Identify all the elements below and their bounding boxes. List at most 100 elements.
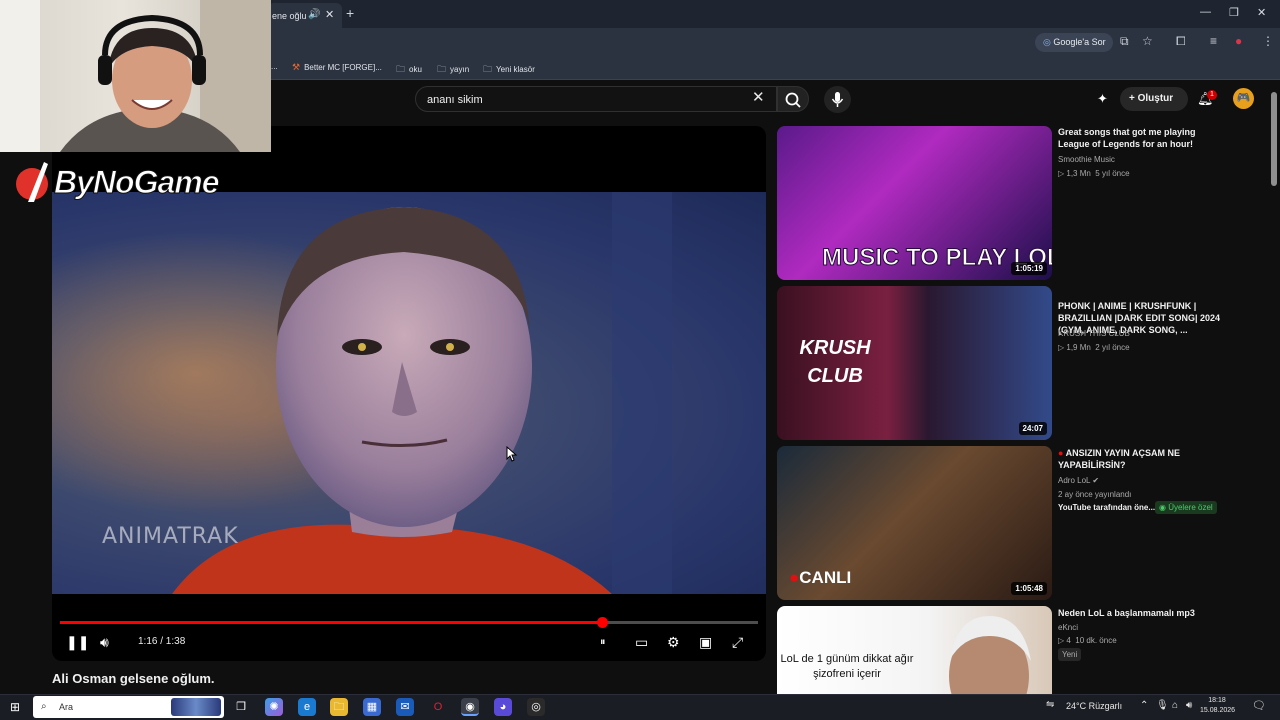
rec-stats: ▷ 1,3 Mn 5 yıl önce: [1058, 169, 1130, 178]
progress-bar[interactable]: [60, 617, 758, 628]
search-input[interactable]: ananı sikim: [415, 86, 777, 112]
microphone-icon: [831, 92, 844, 107]
live-dot-icon: ●: [789, 568, 800, 587]
close-tab-icon[interactable]: ✕: [325, 8, 334, 21]
thumbnail-image: [949, 616, 1031, 694]
rec-title[interactable]: ● ANSIZIN YAYIN AÇSAM NE YAPABİLİRSİN?: [1058, 447, 1228, 471]
microphone-tray-icon[interactable]: 🎙︎: [1156, 700, 1169, 711]
video-watermark: ANIMATRAK: [102, 524, 239, 549]
discord-icon[interactable]: ◕: [494, 698, 512, 716]
network-icon[interactable]: ⌂: [1172, 700, 1178, 711]
weather-icon[interactable]: ⇋: [1046, 699, 1054, 710]
time-display: 1:16 / 1:38: [138, 636, 186, 647]
sparkle-icon[interactable]: ✦: [1097, 91, 1108, 107]
volume-tray-icon[interactable]: 🔊︎: [1186, 700, 1192, 711]
duration-badge: 1:05:19: [1011, 262, 1047, 275]
folder-icon: 🗀: [437, 64, 447, 74]
plus-icon: +: [1129, 93, 1138, 104]
rec-channel[interactable]: eKnci: [1058, 623, 1078, 632]
edge-icon[interactable]: e: [298, 698, 316, 716]
rec-thumbnail[interactable]: MUSIC TO PLAY LOL 1:05:19: [777, 126, 1052, 280]
search-highlight-image: [171, 698, 221, 716]
rec-promo: YouTube tarafından öne...: [1058, 503, 1156, 512]
bookmark-folder[interactable]: 🗀 yayın: [437, 62, 469, 78]
speaker-icon[interactable]: 🔊: [308, 9, 320, 20]
close-window-icon[interactable]: ✕: [1257, 6, 1266, 19]
live-dot-icon: ●: [1058, 448, 1066, 458]
new-tab-button[interactable]: +: [346, 5, 354, 21]
bookmark-item[interactable]: ...: [271, 62, 278, 71]
rec-stats: ▷ 4 10 dk. önce: [1058, 636, 1117, 645]
video-frame[interactable]: ANIMATRAK: [52, 192, 766, 594]
thumbnail-text: ●CANLI: [789, 568, 852, 587]
subtitles-button[interactable]: ▭: [635, 634, 648, 651]
restore-icon[interactable]: ❐: [1229, 6, 1239, 19]
rec-thumbnail[interactable]: ●CANLI 1:05:48: [777, 446, 1052, 600]
rec-title[interactable]: Great songs that got me playing League o…: [1058, 126, 1228, 150]
rec-title[interactable]: Neden LoL a başlanmamalı mp3: [1058, 607, 1228, 619]
search-icon: [785, 92, 801, 108]
bookmark-item[interactable]: ⚒ Better MC [FORGE]...: [292, 62, 382, 73]
windows-start-icon[interactable]: ⊞: [10, 700, 20, 714]
theater-mode-button[interactable]: ▣: [699, 634, 712, 651]
duration-badge: 1:05:48: [1011, 582, 1047, 595]
thumbnail-text: LoL de 1 günüm dikkat ağır şizofreni içe…: [780, 653, 914, 680]
chrome-icon[interactable]: ◉: [461, 698, 479, 716]
taskbar-clock[interactable]: 18:18 15.08.2026: [1200, 696, 1235, 716]
bookmark-folder[interactable]: 🗀 Yeni klasör: [483, 62, 535, 78]
new-badge: Yeni: [1058, 648, 1082, 661]
google-sor-button[interactable]: ◎ Google'a Sor: [1035, 33, 1113, 52]
opera-icon[interactable]: O: [429, 698, 447, 716]
clear-search-icon[interactable]: ✕: [752, 88, 765, 106]
taskbar-weather[interactable]: 24°C Rüzgarlı: [1066, 701, 1122, 711]
progress-fill: [60, 621, 602, 624]
notification-center-icon[interactable]: 🗨︎: [1252, 699, 1266, 712]
rec-thumbnail[interactable]: LoL de 1 günüm dikkat ağır şizofreni içe…: [777, 606, 1052, 694]
cast-icon[interactable]: ⧉: [1120, 34, 1129, 49]
pause-button[interactable]: ❚❚: [66, 634, 89, 651]
store-icon[interactable]: ▦: [363, 698, 381, 716]
rec-thumbnail[interactable]: KRUSH CLUB 24:07: [777, 286, 1052, 440]
thumbnail-text: KRUSH CLUB: [799, 337, 871, 387]
browser-tab[interactable]: ene oğlu 🔊 ✕: [268, 3, 342, 28]
volume-button[interactable]: 🔊︎: [100, 634, 109, 651]
copilot-icon[interactable]: ✺: [265, 698, 283, 716]
file-explorer-icon[interactable]: 🗀: [330, 698, 348, 716]
profile-icon[interactable]: ●: [1235, 34, 1242, 48]
google-lens-icon: ◎: [1043, 37, 1054, 47]
voice-search-button[interactable]: [824, 86, 851, 113]
members-icon: ◉: [1159, 503, 1169, 512]
settings-gear-icon[interactable]: ⚙: [667, 634, 680, 651]
members-only-badge: ◉ Üyelere özel: [1155, 501, 1217, 514]
page-scrollbar[interactable]: [1271, 92, 1277, 186]
mail-icon[interactable]: ✉: [396, 698, 414, 716]
rec-channel[interactable]: KRUSH THIS CLUB: [1058, 329, 1130, 338]
webcam-image: [0, 0, 271, 152]
video-player[interactable]: ANIMATRAK ❚❚ 🔊︎ 1:16 / 1:38 ⏸ ▭ ⚙ ▣ ⤢: [52, 126, 766, 661]
autoplay-toggle[interactable]: ⏸: [600, 636, 606, 649]
reading-list-icon[interactable]: ≡: [1210, 34, 1217, 48]
folder-icon: 🗀: [396, 64, 406, 74]
avatar[interactable]: 🎮: [1233, 88, 1254, 109]
extensions-icon[interactable]: ⧠: [1176, 34, 1186, 49]
bookmark-star-icon[interactable]: ☆: [1142, 34, 1153, 48]
rec-channel[interactable]: Smoothie Music: [1058, 155, 1115, 164]
fullscreen-button[interactable]: ⤢: [732, 634, 743, 651]
tray-chevron-icon[interactable]: ⌃: [1140, 700, 1148, 711]
taskbar-search-input[interactable]: ⌕ Ara: [33, 696, 224, 718]
rec-streamed: 2 ay önce yayınlandı: [1058, 490, 1132, 499]
bookmark-folder[interactable]: 🗀 oku: [396, 62, 422, 78]
tab-title: ene oğlu: [272, 11, 307, 21]
folder-icon: 🗀: [483, 64, 493, 74]
duration-badge: 24:07: [1018, 422, 1047, 435]
minimize-icon[interactable]: —: [1200, 6, 1211, 18]
scrubber-handle[interactable]: [596, 617, 608, 628]
menu-icon[interactable]: ⋮: [1262, 34, 1274, 48]
mouse-cursor-icon: [506, 446, 518, 462]
search-button[interactable]: [777, 86, 809, 112]
obs-icon[interactable]: ◎: [527, 698, 545, 716]
rec-channel[interactable]: Adro LoL ✔: [1058, 476, 1099, 485]
brand-name: ByNoGame: [54, 164, 220, 201]
create-button[interactable]: + Oluştur: [1120, 87, 1188, 111]
task-view-icon[interactable]: ❒: [232, 698, 250, 716]
